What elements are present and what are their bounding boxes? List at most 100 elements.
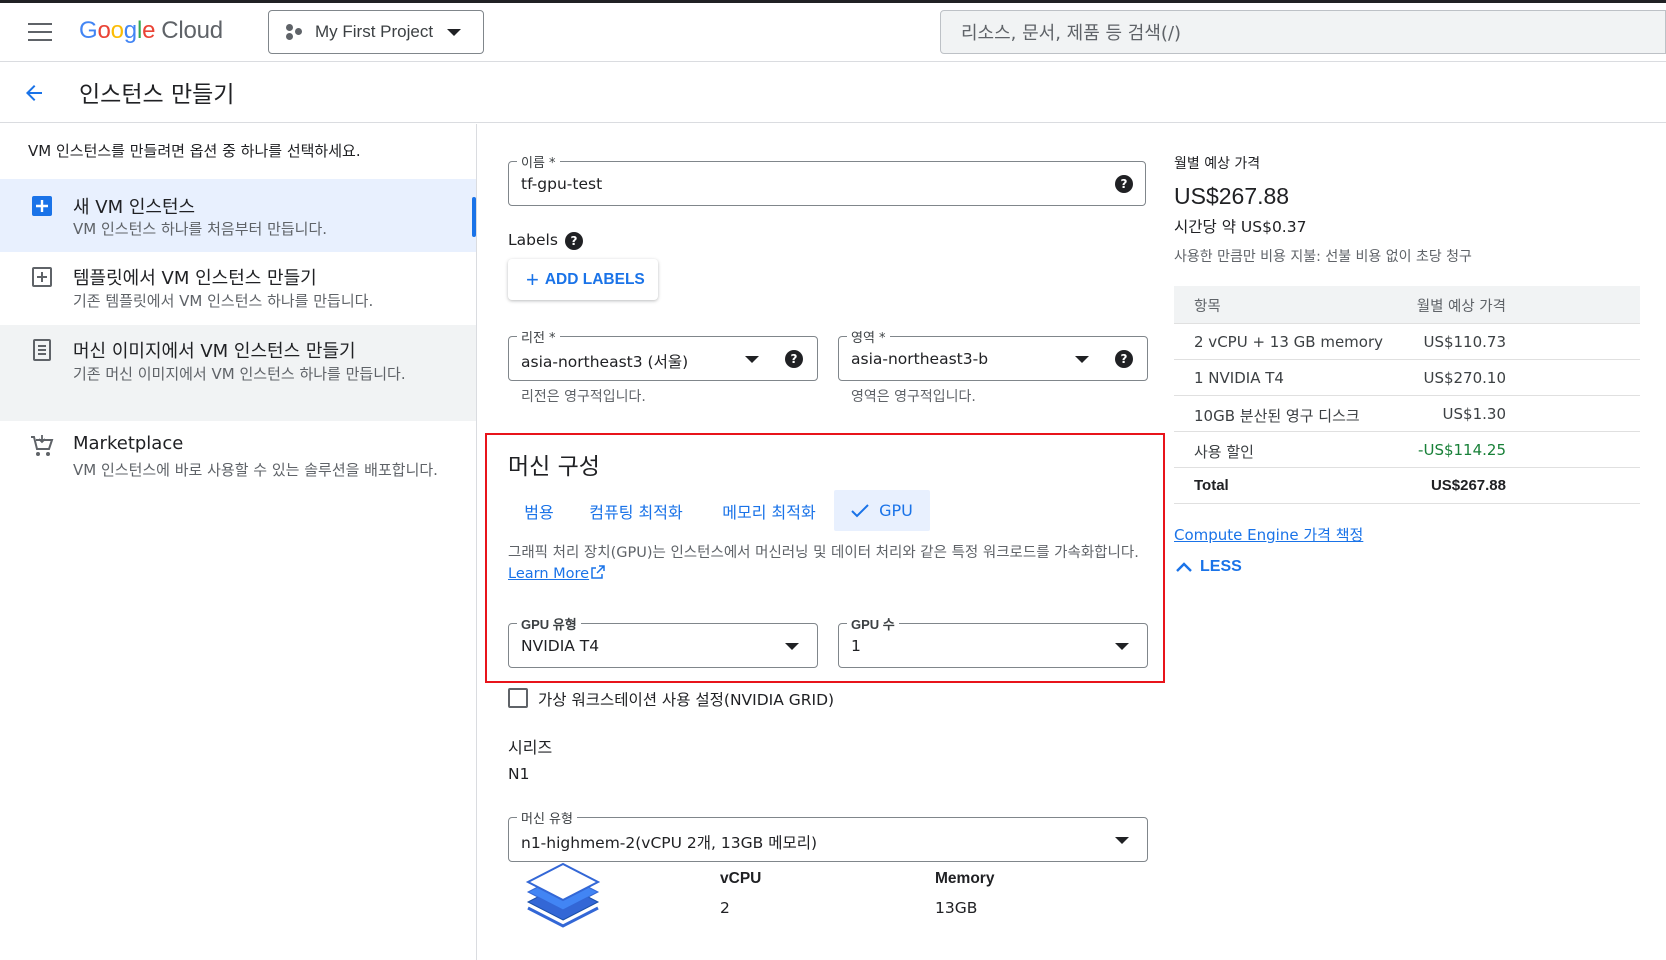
- zone-hint: 영역은 영구적입니다.: [851, 389, 976, 405]
- search-placeholder: 리소스, 문서, 제품 등 검색(/): [961, 23, 1182, 44]
- nav-item-marketplace[interactable]: Marketplace VM 인스턴스에 바로 사용할 수 있는 솔루션을 배포…: [0, 421, 476, 511]
- search-input[interactable]: 리소스, 문서, 제품 등 검색(/): [940, 10, 1666, 54]
- tab-label: 메모리 최적화: [722, 502, 816, 522]
- monthly-estimate-total: US$267.88: [1174, 183, 1290, 209]
- row-item: Total: [1194, 477, 1229, 494]
- tab-label: 범용: [524, 502, 554, 522]
- field-label: 영역 *: [847, 327, 890, 346]
- nav-item-desc: 기존 머신 이미지에서 VM 인스턴스 하나를 만듭니다.: [73, 365, 406, 383]
- table-row: 2 vCPU + 13 GB memory US$110.73: [1174, 324, 1640, 360]
- field-value: asia-northeast3 (서울): [521, 353, 689, 371]
- table-row: 사용 할인 -US$114.25: [1174, 432, 1640, 468]
- page-header: 인스턴스 만들기: [0, 63, 1666, 123]
- table-header: 항목 월별 예상 가격: [1174, 286, 1640, 324]
- zone-select[interactable]: 영역 * asia-northeast3-b ?: [838, 327, 1148, 381]
- nav-item-from-template[interactable]: 템플릿에서 VM 인스턴스 만들기 기존 템플릿에서 VM 인스턴스 하나를 만…: [0, 252, 476, 325]
- column-header-item: 항목: [1194, 299, 1221, 315]
- learn-more-link[interactable]: Learn More: [508, 565, 605, 582]
- field-label: GPU 유형: [517, 614, 581, 633]
- add-box-icon: [32, 196, 52, 216]
- field-value: n1-highmem-2(vCPU 2개, 13GB 메모리): [521, 834, 818, 852]
- plus-icon: +: [526, 266, 539, 292]
- row-item: 사용 할인: [1194, 443, 1254, 461]
- field-value: asia-northeast3-b: [851, 350, 989, 368]
- tab-gpu[interactable]: GPU: [834, 490, 930, 531]
- field-label: 이름 *: [517, 152, 560, 171]
- help-icon[interactable]: ?: [1115, 350, 1133, 368]
- gpu-type-select[interactable]: GPU 유형 NVIDIA T4: [508, 614, 818, 668]
- gpu-desc-text: 그래픽 처리 장치(GPU)는 인스턴스에서 머신러닝 및 데이터 처리와 같은…: [508, 545, 1139, 561]
- series-title: 시리즈: [508, 738, 553, 757]
- billing-note: 사용한 만큼만 비용 지불: 선불 비용 없이 초당 청구: [1174, 249, 1472, 265]
- chevron-down-icon: [1075, 356, 1089, 363]
- row-item: 2 vCPU + 13 GB memory: [1194, 333, 1384, 351]
- chevron-down-icon: [447, 28, 462, 36]
- monthly-estimate-label: 월별 예상 가격: [1174, 156, 1261, 172]
- compute-engine-pricing-link[interactable]: Compute Engine 가격 책정: [1174, 524, 1363, 545]
- project-dots-icon: [285, 22, 305, 42]
- pricing-table: 항목 월별 예상 가격 2 vCPU + 13 GB memory US$110…: [1174, 286, 1640, 504]
- hamburger-menu-icon[interactable]: [28, 23, 52, 41]
- field-value: NVIDIA T4: [521, 637, 600, 655]
- nav-item-title: 머신 이미지에서 VM 인스턴스 만들기: [73, 341, 356, 362]
- help-icon[interactable]: ?: [565, 232, 583, 250]
- tab-memory-optimized[interactable]: 메모리 최적화: [708, 490, 830, 531]
- external-link-icon: [591, 565, 605, 579]
- page-title: 인스턴스 만들기: [79, 82, 235, 108]
- virtual-workstation-checkbox[interactable]: [508, 688, 528, 708]
- back-arrow-icon[interactable]: [22, 81, 46, 105]
- cart-icon: [31, 435, 54, 456]
- chevron-down-icon: [745, 356, 759, 363]
- project-name: My First Project: [315, 22, 434, 41]
- memory-value: 13GB: [935, 899, 978, 917]
- tab-general-purpose[interactable]: 범용: [508, 490, 570, 531]
- table-row: 1 NVIDIA T4 US$270.10: [1174, 360, 1640, 396]
- nav-item-desc: VM 인스턴스 하나를 처음부터 만듭니다.: [73, 220, 328, 238]
- add-labels-button[interactable]: + ADD LABELS: [508, 259, 658, 300]
- row-price: US$110.73: [1423, 333, 1506, 351]
- nav-item-new-vm[interactable]: 새 VM 인스턴스 VM 인스턴스 하나를 처음부터 만듭니다.: [0, 179, 476, 252]
- nav-item-desc: VM 인스턴스에 바로 사용할 수 있는 솔루션을 배포합니다.: [73, 461, 438, 479]
- tab-compute-optimized[interactable]: 컴퓨팅 최적화: [578, 490, 694, 531]
- field-label: GPU 수: [847, 614, 899, 633]
- vcpu-label: vCPU: [720, 870, 762, 887]
- help-icon[interactable]: ?: [1115, 175, 1133, 193]
- top-app-bar: Google Cloud My First Project 리소스, 문서, 제품…: [0, 3, 1666, 62]
- project-selector-button[interactable]: My First Project: [268, 10, 484, 54]
- machine-type-select[interactable]: 머신 유형 n1-highmem-2(vCPU 2개, 13GB 메모리): [508, 808, 1148, 862]
- region-hint: 리전은 영구적입니다.: [521, 389, 646, 405]
- machine-stack-icon: [525, 862, 601, 928]
- learn-more-label: Learn More: [508, 566, 590, 582]
- add-labels-label: ADD LABELS: [544, 270, 645, 288]
- gpu-count-select[interactable]: GPU 수 1: [838, 614, 1148, 668]
- google-cloud-logo[interactable]: Google Cloud: [79, 17, 223, 45]
- region-select[interactable]: 리전 * asia-northeast3 (서울) ?: [508, 327, 818, 381]
- gpu-description: 그래픽 처리 장치(GPU)는 인스턴스에서 머신러닝 및 데이터 처리와 같은…: [508, 543, 1148, 585]
- labels-title: Labels: [508, 231, 558, 249]
- column-header-price: 월별 예상 가격: [1416, 299, 1506, 315]
- table-row: 10GB 분산된 영구 디스크 US$1.30: [1174, 396, 1640, 432]
- nav-item-title: 새 VM 인스턴스: [73, 197, 196, 218]
- memory-label: Memory: [935, 870, 995, 887]
- check-icon: [851, 503, 869, 517]
- less-label: LESS: [1200, 558, 1242, 575]
- virtual-workstation-label: 가상 워크스테이션 사용 설정(NVIDIA GRID): [538, 691, 835, 709]
- series-value: N1: [508, 765, 530, 783]
- active-indicator: [472, 197, 476, 237]
- field-label: 머신 유형: [517, 808, 577, 827]
- vcpu-value: 2: [720, 899, 730, 917]
- chevron-down-icon: [1115, 837, 1129, 844]
- instance-name-field[interactable]: 이름 * tf-gpu-test ?: [508, 152, 1146, 206]
- tab-label: GPU: [879, 501, 913, 520]
- field-value: 1: [851, 637, 861, 655]
- nav-intro: VM 인스턴스를 만들려면 옵션 중 하나를 선택하세요.: [28, 142, 361, 160]
- less-button[interactable]: LESS: [1176, 558, 1242, 576]
- row-price: US$270.10: [1423, 369, 1506, 387]
- field-value: tf-gpu-test: [521, 175, 603, 193]
- help-icon[interactable]: ?: [785, 350, 803, 368]
- table-row-total: Total US$267.88: [1174, 468, 1640, 504]
- row-price-discount: -US$114.25: [1418, 441, 1506, 459]
- hourly-estimate: 시간당 약 US$0.37: [1174, 218, 1307, 236]
- nav-item-from-machine-image[interactable]: 머신 이미지에서 VM 인스턴스 만들기 기존 머신 이미지에서 VM 인스턴스…: [0, 325, 476, 421]
- nav-item-title: Marketplace: [73, 433, 184, 454]
